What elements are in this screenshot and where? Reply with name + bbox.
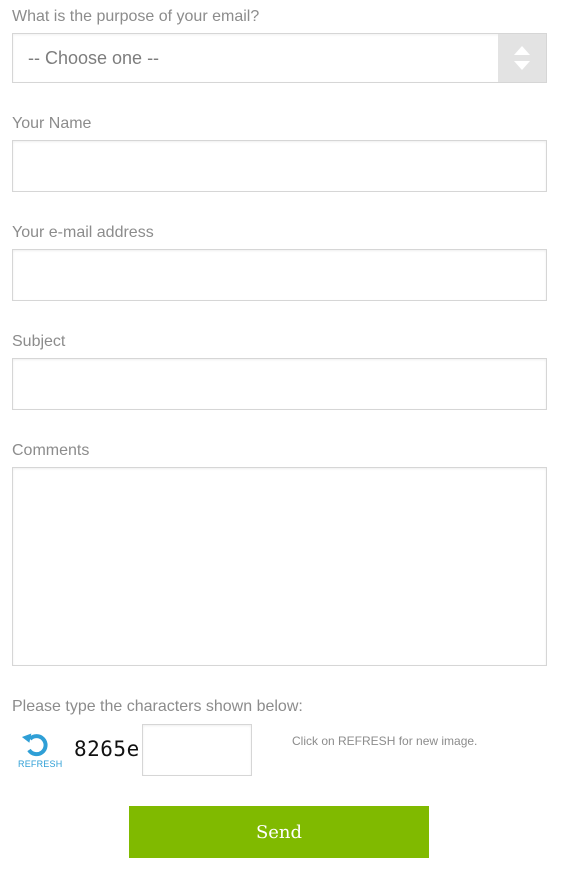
email-label: Your e-mail address [12, 224, 154, 241]
send-button[interactable]: Send [129, 806, 429, 858]
captcha-hint: Click on REFRESH for new image. [292, 734, 478, 748]
comments-label: Comments [12, 442, 90, 459]
captcha-label: Please type the characters shown below: [12, 698, 303, 715]
captcha-input[interactable] [142, 724, 252, 776]
select-arrows-icon[interactable] [498, 34, 546, 82]
comments-field[interactable] [12, 467, 547, 666]
captcha-code: 8265e [74, 737, 140, 761]
refresh-icon [21, 733, 48, 757]
refresh-label: REFRESH [18, 759, 63, 769]
subject-label: Subject [12, 333, 66, 350]
name-field[interactable] [12, 140, 547, 192]
purpose-select-value: -- Choose one -- [28, 48, 160, 68]
purpose-label: What is the purpose of your email? [12, 8, 260, 25]
name-label: Your Name [12, 115, 92, 132]
refresh-button[interactable]: REFRESH [18, 731, 63, 771]
purpose-select[interactable]: -- Choose one -- [12, 33, 547, 83]
email-field[interactable] [12, 249, 547, 301]
subject-field[interactable] [12, 358, 547, 410]
